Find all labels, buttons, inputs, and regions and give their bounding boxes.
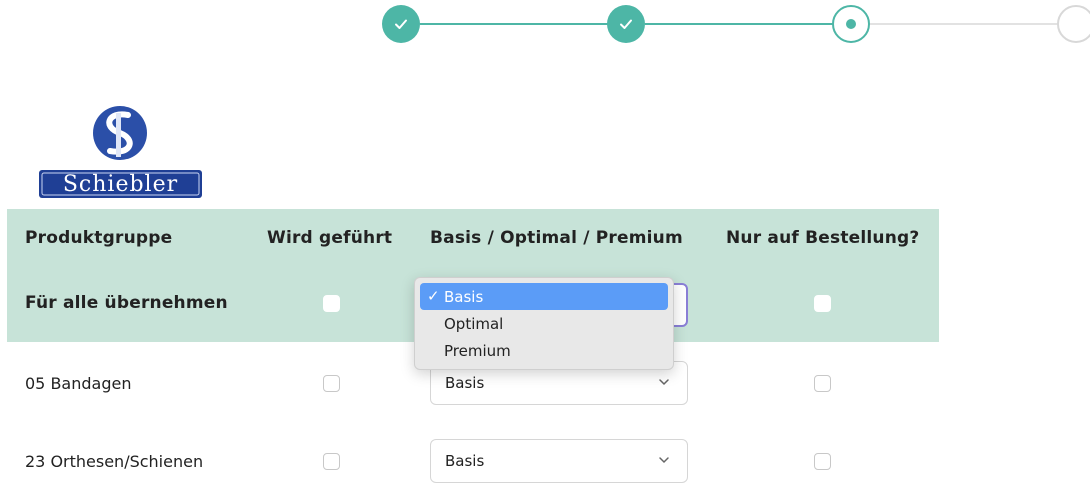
step-2[interactable]: [607, 5, 645, 43]
row-bandagen-carried-checkbox[interactable]: [323, 375, 340, 392]
dropdown-option-premium[interactable]: Premium: [420, 337, 668, 364]
step-4[interactable]: [1057, 5, 1090, 43]
step-connector: [870, 23, 1058, 25]
step-connector: [420, 23, 608, 25]
check-icon: [395, 19, 407, 29]
select-value: Basis: [445, 452, 485, 470]
dropdown-option-basis[interactable]: ✓ Basis: [420, 283, 668, 310]
apply-all-label: Für alle übernehmen: [25, 293, 228, 313]
chevron-down-icon: [659, 379, 669, 386]
col-header-wird-gefuehrt: Wird geführt: [267, 228, 393, 248]
row-orthesen-level-select[interactable]: Basis: [430, 439, 688, 483]
chevron-down-icon: [659, 457, 669, 464]
col-header-produktgruppe: Produktgruppe: [25, 228, 173, 248]
step-1[interactable]: [382, 5, 420, 43]
option-label: Premium: [444, 341, 511, 360]
option-label: Optimal: [444, 314, 504, 333]
select-value: Basis: [445, 374, 485, 392]
check-icon: [620, 19, 632, 29]
logo-wordmark: Schiebler: [62, 171, 179, 197]
row-name-orthesen: 23 Orthesen/Schienen: [25, 451, 204, 471]
row-name-bandagen: 05 Bandagen: [25, 373, 132, 393]
dot-icon: [846, 19, 856, 29]
step-3[interactable]: [832, 5, 870, 43]
option-label: Basis: [444, 287, 484, 306]
apply-all-carried-checkbox[interactable]: [323, 295, 340, 312]
col-header-nur-auf-bestellung: Nur auf Bestellung?: [726, 228, 920, 248]
apply-all-order-only-checkbox[interactable]: [814, 295, 831, 312]
level-dropdown-menu: ✓ Basis Optimal Premium: [414, 277, 674, 370]
col-header-level: Basis / Optimal / Premium: [430, 228, 683, 248]
step-connector: [645, 23, 833, 25]
dropdown-option-optimal[interactable]: Optimal: [420, 310, 668, 337]
row-orthesen-order-only-checkbox[interactable]: [814, 453, 831, 470]
row-bandagen-order-only-checkbox[interactable]: [814, 375, 831, 392]
schiebler-logo: Schiebler: [36, 103, 204, 200]
progress-stepper: [0, 0, 1090, 50]
checkmark-icon: ✓: [427, 287, 440, 305]
row-orthesen-carried-checkbox[interactable]: [323, 453, 340, 470]
